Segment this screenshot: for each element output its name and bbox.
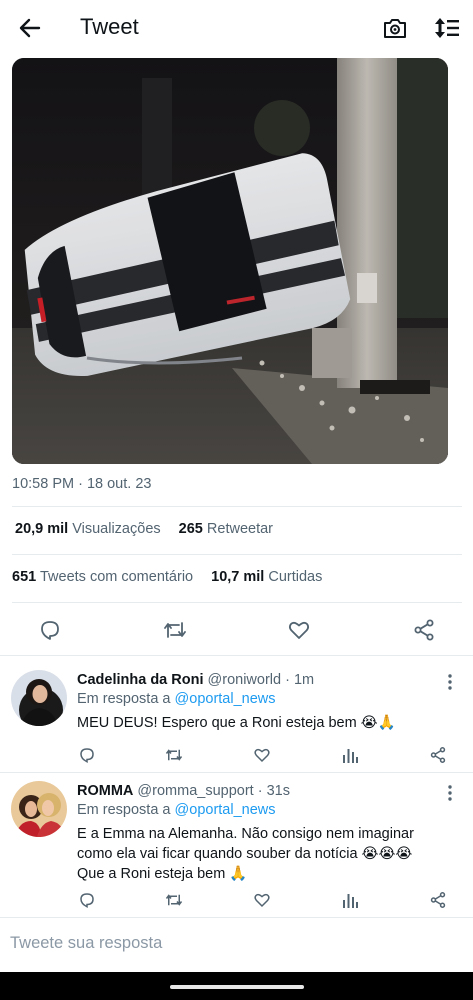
- likes-count: 10,7 mil: [211, 569, 265, 585]
- retweets-count: 265: [178, 521, 203, 537]
- share-button[interactable]: [427, 889, 449, 911]
- analytics-icon: [343, 749, 358, 763]
- replying-to: Em resposta a @oportal_news: [77, 802, 276, 818]
- avatar-image: [11, 670, 67, 726]
- share-button[interactable]: [410, 616, 438, 644]
- views-count: 20,9 mil: [15, 521, 69, 537]
- views-label: Visualizações: [72, 521, 161, 537]
- divider: [12, 554, 462, 555]
- likes-stat[interactable]: 10,7 mil Curtidas: [211, 569, 322, 585]
- page-title: Tweet: [80, 14, 139, 39]
- share-icon: [414, 619, 434, 641]
- reply-icon: [80, 893, 94, 908]
- avatar-image: [11, 781, 67, 837]
- reply-icon: [41, 621, 59, 640]
- reply-action-bar: [0, 744, 473, 768]
- author-handle[interactable]: @romma_support: [137, 783, 253, 799]
- retweets-stat[interactable]: 265 Retweetar: [179, 521, 273, 537]
- separator-dot: ·: [281, 672, 294, 688]
- system-navigation-bar: [0, 972, 473, 1000]
- author-name[interactable]: ROMMA: [77, 783, 133, 799]
- analytics-button[interactable]: [339, 889, 361, 911]
- camera-button[interactable]: [379, 12, 411, 44]
- analytics-icon: [343, 894, 358, 908]
- reply-tweet[interactable]: ROMMA @romma_support · 31s Em resposta a…: [0, 773, 473, 917]
- more-options-button[interactable]: [442, 672, 458, 692]
- camera-icon: [384, 19, 406, 38]
- tweet-timestamp: 10:58 PM · 18 out. 23: [12, 476, 152, 492]
- home-indicator[interactable]: [170, 985, 304, 989]
- retweet-button[interactable]: [163, 744, 185, 766]
- retweet-icon: [165, 749, 183, 761]
- author-name[interactable]: Cadelinha da Roni: [77, 672, 204, 688]
- retweet-icon: [165, 894, 183, 906]
- author-handle[interactable]: @roniworld: [208, 672, 282, 688]
- stats-row-views: 20,9 mil Visualizações 265 Retweetar: [15, 521, 273, 537]
- replying-to-mention[interactable]: @oportal_news: [175, 691, 276, 707]
- retweet-icon: [164, 622, 186, 638]
- arrow-left-icon: [19, 18, 41, 38]
- share-icon: [430, 747, 446, 763]
- reply-text-line: Que a Roni esteja bem 🙏: [77, 866, 248, 882]
- replying-to: Em resposta a @oportal_news: [77, 691, 276, 707]
- share-icon: [430, 892, 446, 908]
- heart-icon: [254, 893, 270, 908]
- quotes-stat[interactable]: 651 Tweets com comentário: [12, 569, 193, 585]
- like-button[interactable]: [251, 889, 273, 911]
- divider: [12, 602, 462, 603]
- divider: [12, 506, 462, 507]
- avatar[interactable]: [11, 670, 67, 726]
- tweet-action-bar: [0, 612, 473, 646]
- stats-row-engagement: 651 Tweets com comentário 10,7 mil Curti…: [12, 569, 322, 585]
- reply-header: Cadelinha da Roni @roniworld · 1m: [77, 672, 314, 688]
- reply-text: MEU DEUS! Espero que a Roni esteja bem 😭…: [77, 713, 396, 733]
- replying-to-prefix: Em resposta a: [77, 802, 171, 818]
- reply-text-line: como ela vai ficar quando souber da notí…: [77, 846, 413, 862]
- quotes-label: Tweets com comentário: [39, 569, 194, 585]
- reply-header: ROMMA @romma_support · 31s: [77, 783, 290, 799]
- separator-dot: ·: [253, 783, 267, 799]
- replying-to-prefix: Em resposta a: [77, 691, 171, 707]
- top-app-bar: Tweet: [0, 0, 473, 56]
- replying-to-mention[interactable]: @oportal_news: [175, 802, 276, 818]
- quotes-count: 651: [12, 569, 37, 585]
- reply-button[interactable]: [76, 889, 98, 911]
- heart-icon: [254, 748, 270, 763]
- reply-tweet[interactable]: Cadelinha da Roni @roniworld · 1m Em res…: [0, 656, 473, 772]
- reply-action-bar: [0, 889, 473, 913]
- divider: [0, 917, 473, 918]
- back-button[interactable]: [12, 12, 48, 44]
- crashed-car-photo: [12, 58, 448, 464]
- reply-time: 31s: [266, 783, 290, 799]
- more-vertical-icon: [448, 674, 452, 690]
- like-button[interactable]: [285, 616, 313, 644]
- reply-button[interactable]: [36, 616, 64, 644]
- likes-label: Curtidas: [268, 569, 323, 585]
- analytics-button[interactable]: [339, 744, 361, 766]
- heart-icon: [288, 621, 310, 639]
- reply-text-line: MEU DEUS! Espero que a Roni esteja bem 😭…: [77, 715, 396, 731]
- retweets-label: Retweetar: [206, 521, 273, 537]
- sort-replies-button[interactable]: [431, 12, 463, 44]
- tweet-photo[interactable]: [12, 58, 448, 464]
- reply-text-line: E a Emma na Alemanha. Não consigo nem im…: [77, 826, 414, 842]
- retweet-button[interactable]: [163, 889, 185, 911]
- more-vertical-icon: [448, 785, 452, 801]
- reply-icon: [80, 748, 94, 763]
- reply-button[interactable]: [76, 744, 98, 766]
- reply-time: 1m: [293, 672, 315, 688]
- reply-text: E a Emma na Alemanha. Não consigo nem im…: [77, 824, 414, 884]
- avatar[interactable]: [11, 781, 67, 837]
- views-stat[interactable]: 20,9 mil Visualizações: [15, 521, 161, 537]
- reply-compose-input[interactable]: Tweete sua resposta: [10, 934, 162, 953]
- retweet-button[interactable]: [161, 616, 189, 644]
- share-button[interactable]: [427, 744, 449, 766]
- like-button[interactable]: [251, 744, 273, 766]
- more-options-button[interactable]: [442, 783, 458, 803]
- sort-icon: [435, 18, 459, 38]
